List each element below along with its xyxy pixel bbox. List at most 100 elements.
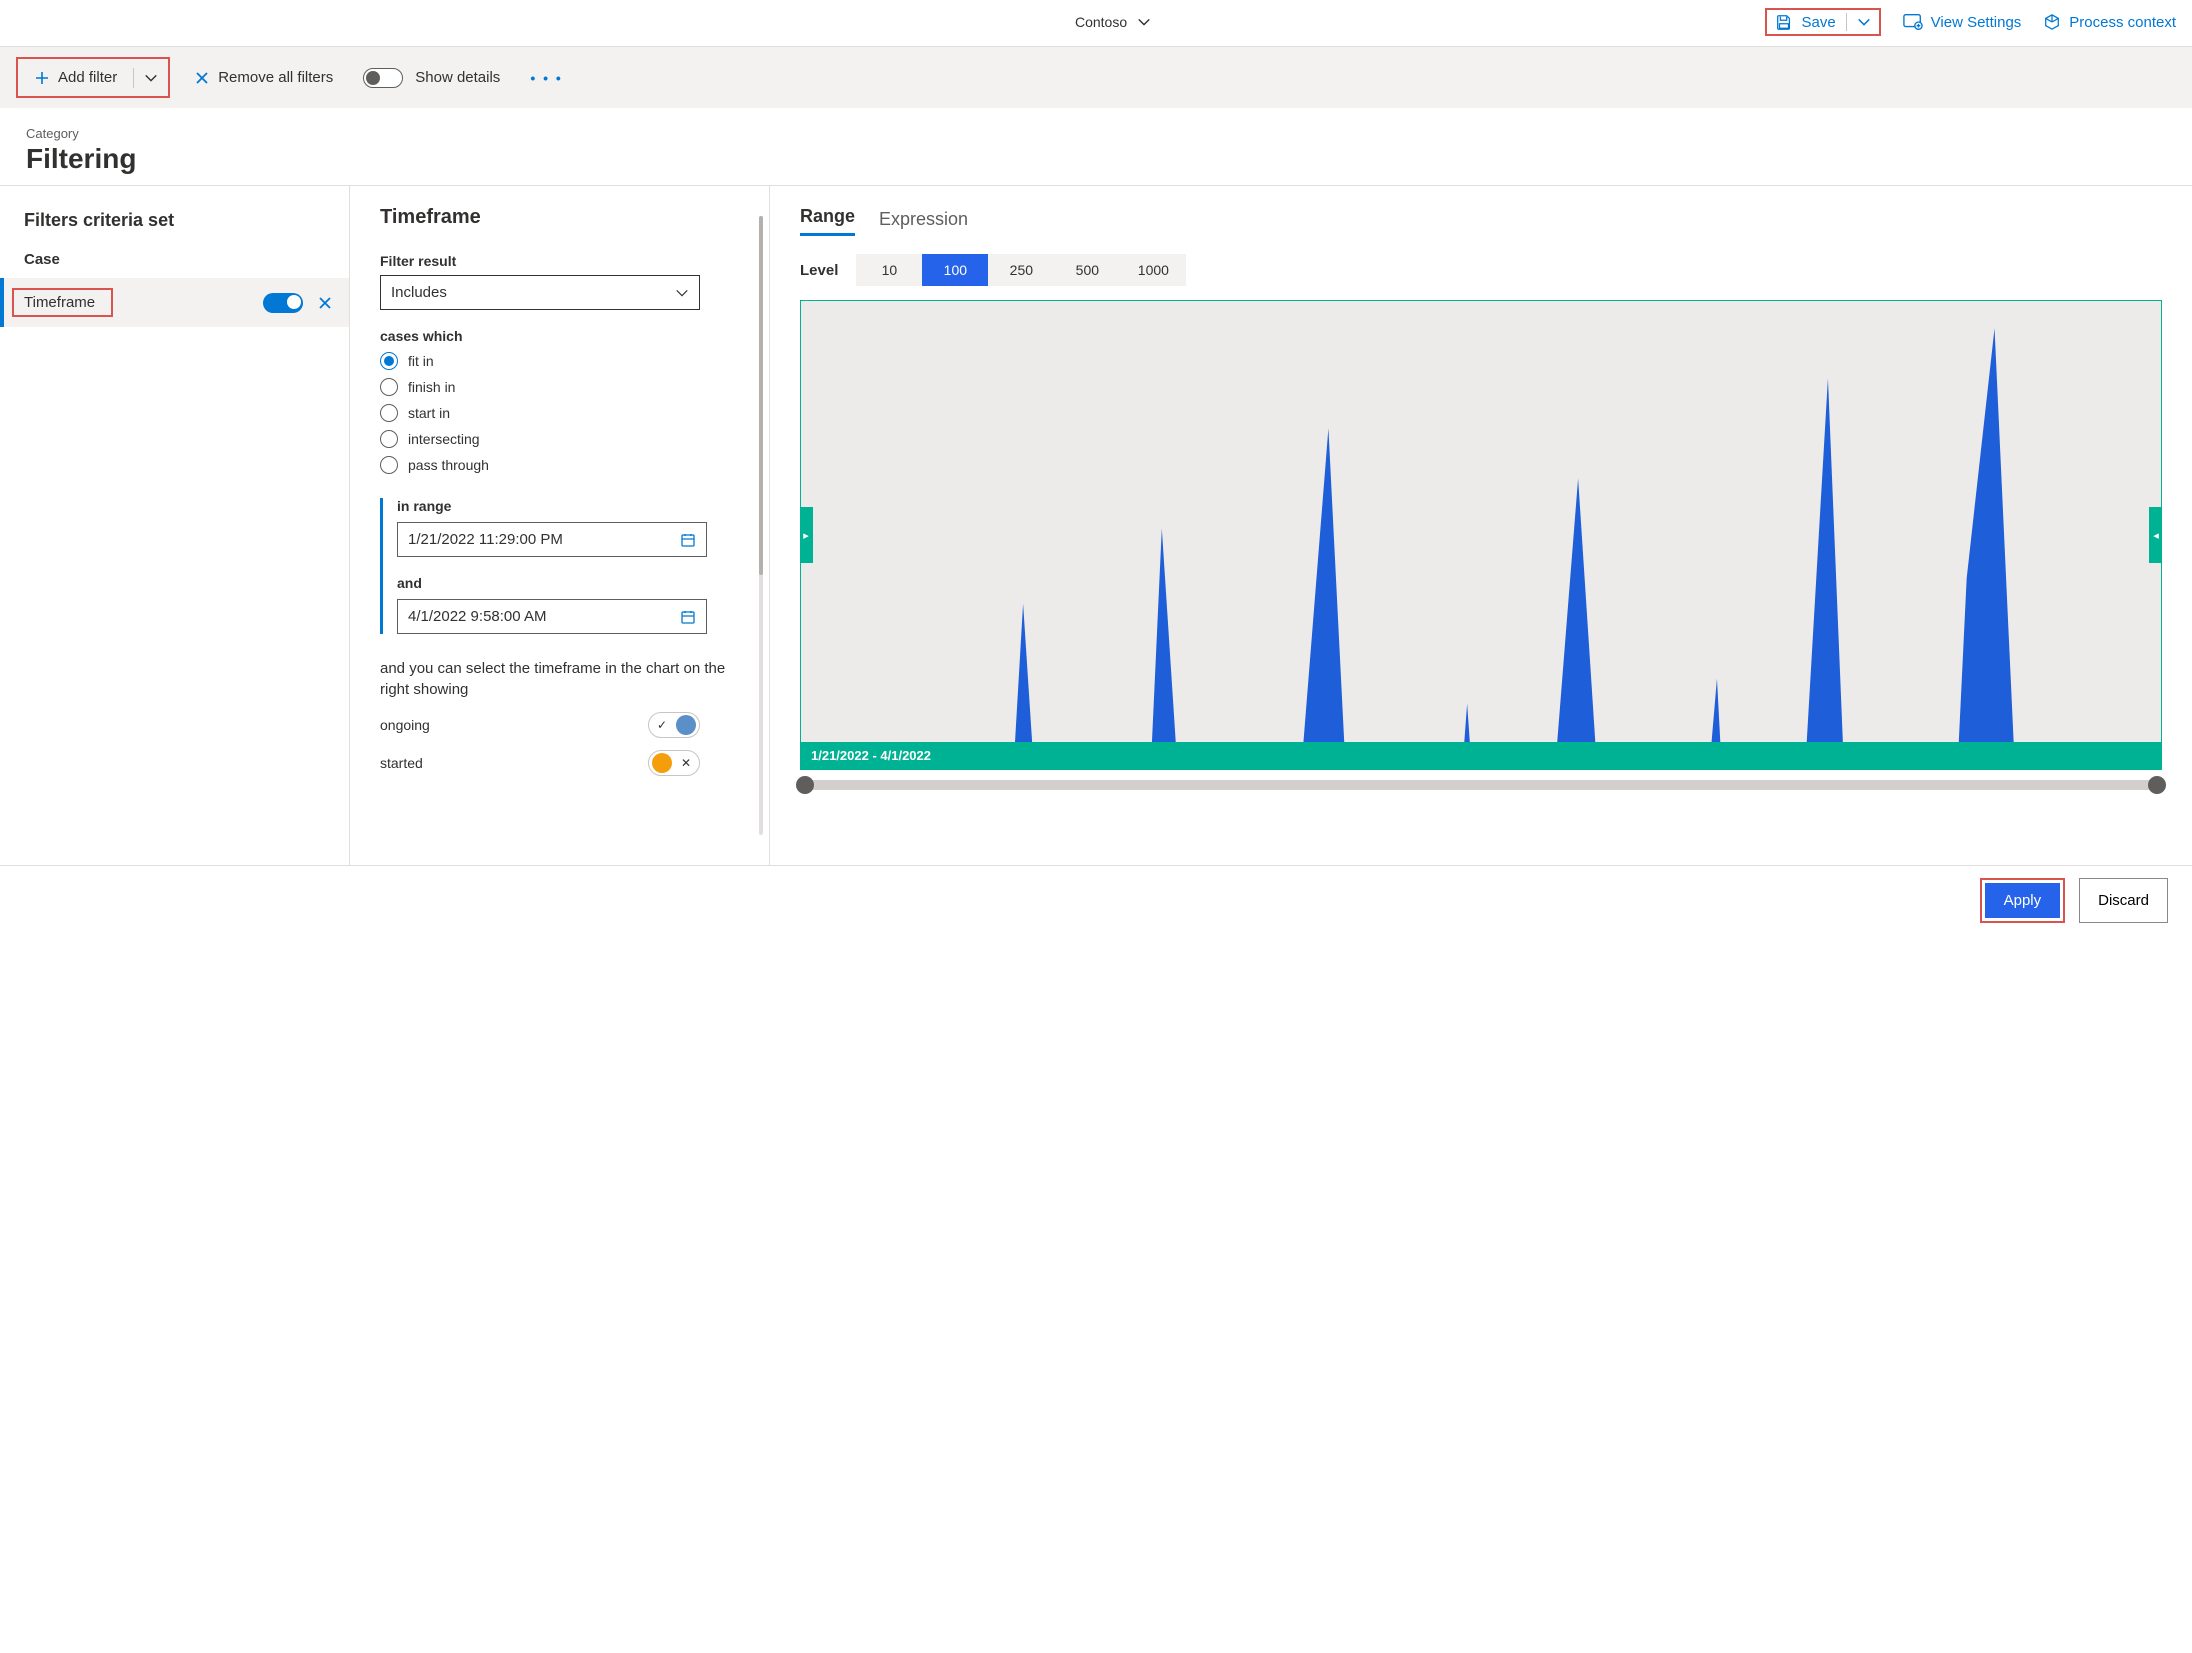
show-details-toggle-group: Show details bbox=[357, 64, 506, 92]
save-label: Save bbox=[1801, 14, 1835, 31]
filter-result-label: Filter result bbox=[380, 253, 739, 269]
close-icon: ✕ bbox=[676, 756, 696, 770]
range-handle-left[interactable]: ▸ bbox=[800, 507, 813, 563]
show-details-label: Show details bbox=[415, 69, 500, 86]
add-filter-group: Add filter bbox=[16, 57, 170, 98]
radio-pass-through[interactable]: pass through bbox=[380, 456, 739, 474]
calendar-icon bbox=[680, 532, 696, 548]
level-option-10[interactable]: 10 bbox=[856, 254, 922, 286]
check-icon: ✓ bbox=[652, 718, 672, 732]
radio-icon bbox=[380, 430, 398, 448]
plus-icon bbox=[34, 70, 50, 86]
ongoing-row: ongoing ✓ bbox=[380, 712, 700, 738]
ongoing-label: ongoing bbox=[380, 717, 430, 733]
process-context-button[interactable]: Process context bbox=[2043, 13, 2176, 31]
started-toggle[interactable]: ✕ bbox=[648, 750, 700, 776]
chart-range-label: 1/21/2022 - 4/1/2022 bbox=[801, 742, 2161, 769]
radio-label: intersecting bbox=[408, 431, 480, 447]
filter-result-select[interactable]: Includes bbox=[380, 275, 700, 310]
divider bbox=[1846, 13, 1847, 31]
cases-which-label: cases which bbox=[380, 328, 739, 344]
more-actions-button[interactable]: • • • bbox=[524, 70, 568, 86]
level-option-1000[interactable]: 1000 bbox=[1120, 254, 1186, 286]
level-option-100[interactable]: 100 bbox=[922, 254, 988, 286]
radio-icon bbox=[380, 352, 398, 370]
sidebar-title: Filters criteria set bbox=[0, 210, 349, 251]
and-label: and bbox=[397, 575, 739, 591]
radio-intersecting[interactable]: intersecting bbox=[380, 430, 739, 448]
date-end-value: 4/1/2022 9:58:00 AM bbox=[408, 608, 546, 625]
remove-all-filters-button[interactable]: Remove all filters bbox=[188, 65, 339, 90]
range-handle-right[interactable]: ◂ bbox=[2149, 507, 2162, 563]
helper-text: and you can select the timeframe in the … bbox=[380, 658, 739, 700]
org-breadcrumb[interactable]: Contoso bbox=[1075, 14, 1151, 30]
chart-tabs: Range Expression bbox=[800, 206, 2162, 236]
filter-toolbar: Add filter Remove all filters Show detai… bbox=[0, 47, 2192, 108]
radio-start-in[interactable]: start in bbox=[380, 404, 739, 422]
view-settings-button[interactable]: View Settings bbox=[1903, 13, 2022, 31]
category-label: Category bbox=[26, 126, 2166, 141]
chart-panel: Range Expression Level 101002505001000 ▸… bbox=[770, 186, 2192, 865]
add-filter-dropdown[interactable] bbox=[144, 71, 158, 85]
filter-enabled-toggle[interactable] bbox=[263, 293, 303, 313]
chevron-down-icon bbox=[675, 286, 689, 300]
level-option-250[interactable]: 250 bbox=[988, 254, 1054, 286]
radio-icon bbox=[380, 456, 398, 474]
tab-range[interactable]: Range bbox=[800, 206, 855, 236]
page-heading: Category Filtering bbox=[0, 108, 2192, 185]
radio-finish-in[interactable]: finish in bbox=[380, 378, 739, 396]
remove-all-label: Remove all filters bbox=[218, 69, 333, 86]
view-settings-label: View Settings bbox=[1931, 14, 2022, 31]
radio-label: finish in bbox=[408, 379, 455, 395]
discard-button[interactable]: Discard bbox=[2079, 878, 2168, 923]
date-start-value: 1/21/2022 11:29:00 PM bbox=[408, 531, 563, 548]
ongoing-toggle[interactable]: ✓ bbox=[648, 712, 700, 738]
close-icon bbox=[194, 70, 210, 86]
calendar-icon bbox=[680, 609, 696, 625]
apply-button[interactable]: Apply bbox=[1985, 883, 2061, 918]
filter-config-panel: Timeframe Filter result Includes cases w… bbox=[350, 186, 770, 865]
radio-icon bbox=[380, 378, 398, 396]
filter-item-timeframe[interactable]: Timeframe bbox=[0, 278, 349, 327]
process-context-label: Process context bbox=[2069, 14, 2176, 31]
remove-filter-button[interactable] bbox=[317, 295, 333, 311]
radio-label: pass through bbox=[408, 457, 489, 473]
cube-icon bbox=[2043, 13, 2061, 31]
save-button-group: Save bbox=[1765, 8, 1880, 36]
save-icon bbox=[1775, 13, 1793, 31]
save-dropdown-button[interactable] bbox=[1857, 15, 1871, 29]
page-title: Filtering bbox=[26, 143, 2166, 175]
app-header: Contoso Save View Settings Process conte… bbox=[0, 0, 2192, 47]
level-selector: Level 101002505001000 bbox=[800, 254, 2162, 286]
started-label: started bbox=[380, 755, 423, 771]
filter-result-value: Includes bbox=[391, 284, 447, 301]
filter-group-label: Case bbox=[0, 251, 349, 278]
radio-label: start in bbox=[408, 405, 450, 421]
show-details-toggle[interactable] bbox=[363, 68, 403, 88]
level-segmented: 101002505001000 bbox=[856, 254, 1186, 286]
radio-fit-in[interactable]: fit in bbox=[380, 352, 739, 370]
radio-label: fit in bbox=[408, 353, 434, 369]
filter-item-label: Timeframe bbox=[12, 288, 113, 317]
divider bbox=[133, 68, 134, 88]
footer-actions: Apply Discard bbox=[0, 865, 2192, 935]
chart-area bbox=[801, 301, 2161, 770]
filters-sidebar: Filters criteria set Case Timeframe bbox=[0, 186, 350, 865]
range-slider[interactable] bbox=[800, 780, 2162, 790]
date-end-input[interactable]: 4/1/2022 9:58:00 AM bbox=[397, 599, 707, 634]
timeline-chart[interactable]: ▸ ◂ 1/21/2022 - 4/1/2022 bbox=[800, 300, 2162, 770]
config-title: Timeframe bbox=[380, 206, 739, 229]
save-button[interactable]: Save bbox=[1775, 13, 1835, 31]
tab-expression[interactable]: Expression bbox=[879, 209, 968, 236]
main-content: Filters criteria set Case Timeframe Time… bbox=[0, 185, 2192, 865]
view-settings-icon bbox=[1903, 13, 1923, 31]
add-filter-label: Add filter bbox=[58, 69, 117, 86]
add-filter-button[interactable]: Add filter bbox=[28, 65, 123, 90]
range-block: in range 1/21/2022 11:29:00 PM and 4/1/2… bbox=[380, 498, 739, 634]
in-range-label: in range bbox=[397, 498, 739, 514]
date-start-input[interactable]: 1/21/2022 11:29:00 PM bbox=[397, 522, 707, 557]
started-row: started ✕ bbox=[380, 750, 700, 776]
level-option-500[interactable]: 500 bbox=[1054, 254, 1120, 286]
scrollbar[interactable] bbox=[759, 216, 763, 835]
level-label: Level bbox=[800, 262, 838, 279]
